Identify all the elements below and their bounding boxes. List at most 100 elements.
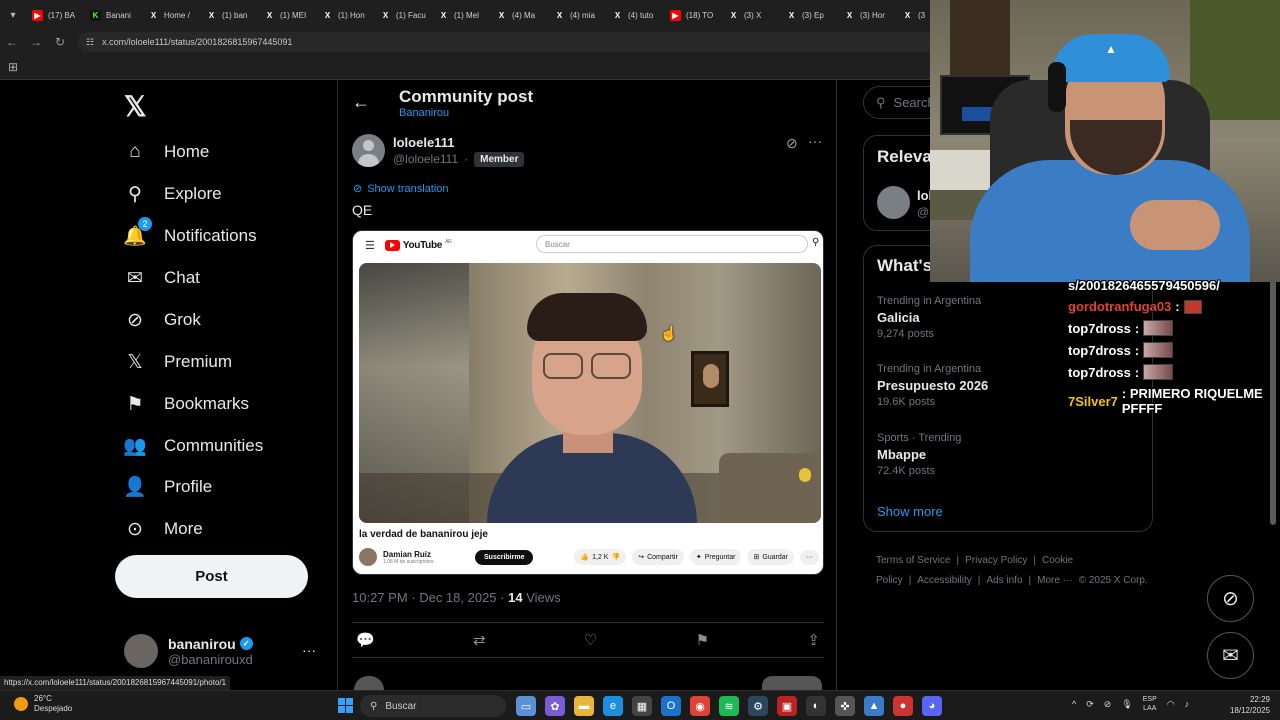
avatar[interactable] <box>352 134 385 167</box>
browser-tab[interactable]: X (4) mia <box>548 0 606 30</box>
back-button[interactable]: ← <box>0 35 24 49</box>
more-dots-icon[interactable]: ··· <box>808 133 822 149</box>
browser-tab[interactable]: X (4) tuto <box>606 0 664 30</box>
wifi-icon[interactable]: ◠ <box>1167 699 1175 710</box>
forward-button[interactable]: → <box>24 35 48 49</box>
chat-username: 7Silver7 <box>1068 393 1118 409</box>
trend-item[interactable]: Trending in Argentina Galicia 9,274 posts <box>877 295 981 340</box>
show-translation-link[interactable]: ⊘ Show translation <box>353 182 449 196</box>
back-arrow-icon[interactable]: ← <box>352 92 370 113</box>
x-icon: X <box>498 10 505 20</box>
browser-tab[interactable]: ▶ (17) BA <box>26 0 84 30</box>
language-indicator[interactable]: ESP LAA <box>1143 695 1157 713</box>
nav-item-more[interactable]: ⊙ More <box>124 514 203 544</box>
browser-tab[interactable]: X (3) Ep <box>780 0 838 30</box>
microphone-icon[interactable]: 🎙 <box>1121 699 1132 710</box>
network-off-icon[interactable]: ⊘ <box>1104 699 1112 710</box>
nav-item-grok[interactable]: ⊘ Grok <box>124 305 201 335</box>
copilot-icon[interactable]: ✿ <box>545 696 565 716</box>
volume-icon[interactable]: ♪ <box>1185 699 1190 709</box>
post-button[interactable]: Post <box>115 555 308 598</box>
browser-tab[interactable]: X (1) MEI <box>258 0 316 30</box>
grok-icon[interactable]: ⊘ <box>786 135 798 152</box>
post-text: QE <box>352 202 373 218</box>
system-tray: ^ ⟳ ⊘ 🎙 ESP LAA ◠ ♪ <box>1072 695 1189 713</box>
nav-item-chat[interactable]: ✉ Chat <box>124 263 200 293</box>
site-info-icon[interactable]: ☷ <box>86 37 94 48</box>
weather-widget[interactable]: 26°C Despejado <box>14 694 72 714</box>
browser-tab[interactable]: X (3) X <box>722 0 780 30</box>
browser-tab[interactable]: K Banani <box>84 0 142 30</box>
trend-item[interactable]: Sports · Trending Mbappe 72.4K posts <box>877 432 961 477</box>
obs-icon[interactable]: ◐ <box>806 696 826 716</box>
outlook-icon[interactable]: O <box>661 696 681 716</box>
windows-start-icon[interactable] <box>338 698 353 713</box>
chat-message: top7dross : <box>1068 342 1280 358</box>
show-more-link[interactable]: Show more <box>877 504 943 519</box>
footer-link[interactable]: © 2025 X Corp. <box>1079 575 1148 586</box>
sync-icon[interactable]: ⟳ <box>1086 699 1094 710</box>
nav-item-communities[interactable]: 👥 Communities <box>123 431 263 461</box>
app-icon[interactable]: ● <box>893 696 913 716</box>
trend-item[interactable]: Trending in Argentina Presupuesto 2026 19.… <box>877 363 988 408</box>
steam-icon[interactable]: ⚙ <box>748 696 768 716</box>
taskbar-search[interactable]: ⚲ Buscar <box>360 695 506 717</box>
footer-link[interactable]: Privacy Policy <box>965 555 1027 566</box>
grok-icon: ⊘ <box>127 309 143 331</box>
task-view-icon[interactable]: ▭ <box>516 696 536 716</box>
app-icon[interactable]: ▣ <box>777 696 797 716</box>
nav-item-premium[interactable]: 𝕏 Premium <box>124 347 232 377</box>
spotify-icon[interactable]: ≋ <box>719 696 739 716</box>
browser-tab[interactable]: X Home / <box>142 0 200 30</box>
bookmark-icon[interactable]: ⚑ <box>696 631 709 649</box>
nav-item-notifications[interactable]: 🔔 2 Notifications <box>123 217 257 251</box>
browser-tab[interactable]: X (1) Facu <box>374 0 432 30</box>
browser-tab[interactable]: X (3) Hor <box>838 0 896 30</box>
nav-item-profile[interactable]: 👤 Profile <box>123 472 212 502</box>
discord-icon[interactable]: ◕ <box>922 696 942 716</box>
chat-emote-icon <box>1183 299 1202 314</box>
avatar[interactable] <box>877 186 910 219</box>
x-logo-icon[interactable]: 𝕏 <box>124 90 147 123</box>
footer-link[interactable]: Accessibility <box>917 575 971 586</box>
nav-item-bookmarks[interactable]: ⚑ Bookmarks <box>124 389 249 419</box>
account-switcher[interactable]: bananirou ✓ @bananirouxd ··· <box>124 634 324 668</box>
share-icon[interactable]: ⇪ <box>807 631 820 649</box>
repost-icon[interactable]: ⇄ <box>473 631 486 649</box>
more-dots-icon[interactable]: ··· <box>302 642 316 658</box>
browser-tab[interactable]: X (1) Hon <box>316 0 374 30</box>
weather-desc: Despejado <box>34 704 73 713</box>
grok-icon[interactable]: ⊘ <box>1207 575 1254 622</box>
author-name[interactable]: loloele111 <box>393 135 524 150</box>
like-heart-icon[interactable]: ♡ <box>584 631 597 649</box>
reply-icon[interactable]: 💬 <box>356 631 375 649</box>
edge-icon[interactable]: e <box>603 696 623 716</box>
chevron-up-icon[interactable]: ^ <box>1072 699 1076 709</box>
address-bar[interactable]: ☷ x.com/loloele111/status/20018268159674… <box>78 32 938 52</box>
post-image[interactable]: ☰ YouTube AR Buscar ⚲ la verdad de banan… <box>352 230 824 575</box>
system-clock[interactable]: 22:29 18/12/2025 <box>1224 694 1270 716</box>
footer-link[interactable]: More ··· <box>1037 575 1073 586</box>
browser-tab[interactable]: X (1) ban <box>200 0 258 30</box>
browser-tab[interactable]: X (1) Mel <box>432 0 490 30</box>
mail-icon[interactable]: ✉ <box>1207 632 1254 679</box>
x-icon: X <box>904 10 911 20</box>
browser-tab[interactable]: ▶ (18) TO <box>664 0 722 30</box>
apps-grid-icon[interactable]: ⊞ <box>8 60 18 74</box>
chrome-icon[interactable]: ◉ <box>690 696 710 716</box>
footer-link[interactable]: Ads info <box>986 575 1022 586</box>
nav-item-home[interactable]: ⌂ Home <box>124 137 209 167</box>
app-icon[interactable]: ▲ <box>864 696 884 716</box>
footer-link[interactable]: Terms of Service <box>876 555 950 566</box>
browser-tab[interactable]: X (4) Ma <box>490 0 548 30</box>
reply-button[interactable] <box>762 676 822 690</box>
nav-item-explore[interactable]: ⚲ Explore <box>124 179 222 209</box>
file-explorer-icon[interactable]: ▬ <box>574 696 594 716</box>
author-handle[interactable]: @loloele111 <box>393 152 458 166</box>
reload-button[interactable]: ↻ <box>48 35 72 49</box>
trend-name: Presupuesto 2026 <box>877 378 989 393</box>
store-icon[interactable]: ▦ <box>632 696 652 716</box>
community-link[interactable]: Bananirou <box>399 107 449 119</box>
tab-search-button[interactable]: ▾ <box>0 0 26 30</box>
app-icon[interactable]: ✜ <box>835 696 855 716</box>
